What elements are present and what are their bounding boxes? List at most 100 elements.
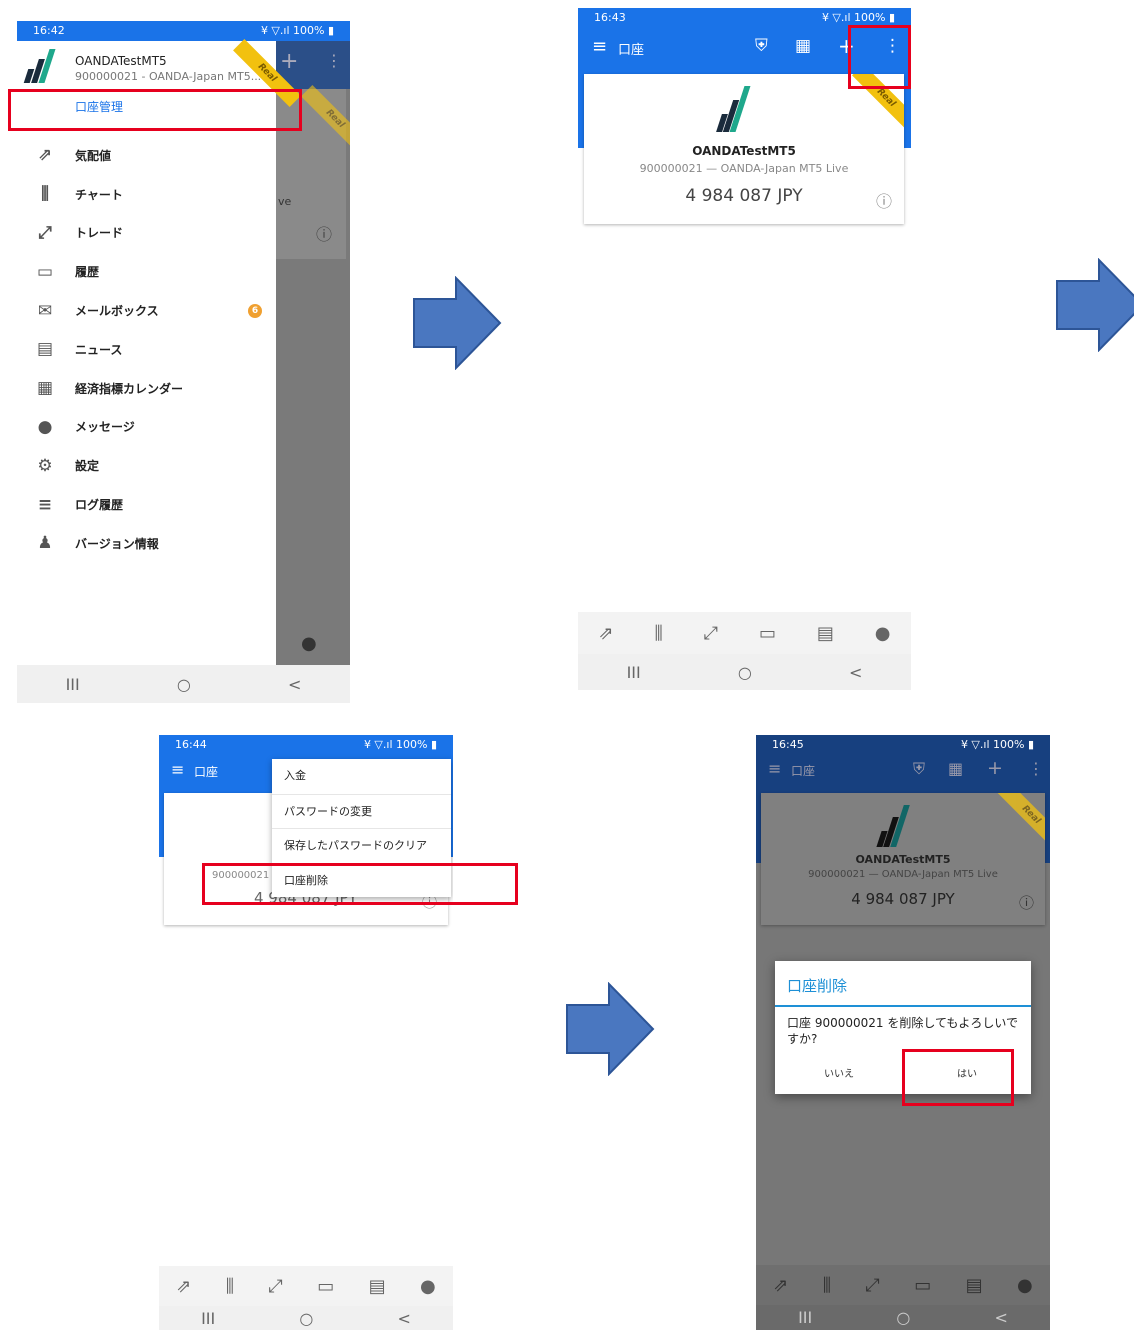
- drawer-item-label: チャート: [75, 187, 123, 202]
- shield-icon[interactable]: ⛨: [913, 759, 925, 779]
- drawer-item[interactable]: ⫼ チャート: [17, 175, 276, 214]
- home-button[interactable]: ○: [299, 1309, 313, 1328]
- drawer-item[interactable]: ⇗ 気配値: [17, 136, 276, 175]
- overflow-menu-item[interactable]: 保存したパスワードのクリア: [272, 828, 451, 863]
- history-tab-icon[interactable]: ▭: [317, 1276, 334, 1297]
- message-tab-icon[interactable]: ●: [420, 1276, 436, 1297]
- news-icon: ▤: [36, 339, 54, 360]
- more-icon[interactable]: ⋮: [1028, 759, 1044, 778]
- trade-tab-icon[interactable]: ⤢: [704, 623, 718, 644]
- account-card[interactable]: Real OANDATestMT5 900000021 — OANDA-Japa…: [761, 793, 1045, 925]
- gear-icon: ⚙: [37, 455, 53, 476]
- system-nav-bar: III ○ <: [17, 665, 350, 703]
- drawer-item[interactable]: ✉ メールボックス 6: [17, 291, 276, 330]
- server-icon[interactable]: ▦: [795, 36, 811, 56]
- chart-tab-icon[interactable]: ⫼: [226, 1276, 234, 1297]
- info-icon[interactable]: ⓘ: [876, 188, 892, 212]
- drawer-item[interactable]: ⤢ トレード: [17, 214, 276, 253]
- chat-icon[interactable]: ●: [301, 633, 317, 654]
- trade-tab-icon[interactable]: ⤢: [865, 1275, 879, 1296]
- account-name: OANDATestMT5: [855, 853, 951, 866]
- back-button[interactable]: <: [398, 1309, 411, 1328]
- calendar-icon: ▦: [36, 378, 54, 399]
- add-icon[interactable]: +: [280, 49, 298, 74]
- bottom-tab-bar: ⇗ ⫼ ⤢ ▭ ▤ ●: [756, 1265, 1050, 1305]
- screen-2: 16:43 ¥ ▽.ıl 100% ▮ ≡ 口座 ⛨ ▦ + ⋮ Real OA…: [578, 8, 911, 690]
- drawer-item-label: 設定: [75, 459, 100, 474]
- recent-apps-button[interactable]: III: [798, 1308, 812, 1327]
- drawer-item[interactable]: ≡ ログ履歴: [17, 485, 276, 524]
- history-tab-icon[interactable]: ▭: [914, 1275, 931, 1296]
- version-icon: ♟: [37, 533, 53, 554]
- no-button[interactable]: いいえ: [775, 1061, 903, 1089]
- news-tab-icon[interactable]: ▤: [817, 623, 834, 644]
- drawer-item[interactable]: ● メッセージ: [17, 408, 276, 447]
- chart-tab-icon[interactable]: ⫼: [823, 1275, 831, 1296]
- system-nav-bar: III ○ <: [756, 1305, 1050, 1330]
- drawer-item-label: メッセージ: [75, 420, 135, 435]
- back-button[interactable]: <: [288, 675, 301, 694]
- dialog-title: 口座削除: [787, 977, 848, 995]
- account-name: OANDATestMT5: [692, 144, 796, 158]
- info-icon[interactable]: ⓘ: [1019, 892, 1034, 913]
- drawer-item[interactable]: ▤ ニュース: [17, 330, 276, 369]
- home-button[interactable]: ○: [896, 1308, 910, 1327]
- history-icon: ▭: [36, 261, 54, 282]
- hamburger-menu-icon[interactable]: ≡: [592, 36, 607, 57]
- app-title: 口座: [618, 43, 645, 58]
- step-arrow-1: [413, 276, 502, 370]
- recent-apps-button[interactable]: III: [66, 675, 80, 694]
- highlight-yes-button: [902, 1049, 1014, 1106]
- oanda-logo: [716, 84, 751, 132]
- drawer-item[interactable]: ♟ バージョン情報: [17, 524, 276, 563]
- dialog-message: 口座 900000021 を削除してもよろしいですか?: [787, 1016, 1019, 1046]
- shield-icon[interactable]: ⛨: [755, 36, 768, 56]
- home-button[interactable]: ○: [738, 663, 752, 682]
- drawer-item[interactable]: ▦ 経済指標カレンダー: [17, 369, 276, 408]
- drawer-item[interactable]: ▭ 履歴: [17, 252, 276, 291]
- news-tab-icon[interactable]: ▤: [966, 1275, 983, 1296]
- add-icon[interactable]: +: [987, 757, 1003, 779]
- overflow-menu-item[interactable]: 入金: [272, 759, 451, 794]
- screen-3: 16:44 ¥ ▽.ıl 100% ▮ ≡ 口座 900000021 4 984…: [159, 735, 453, 1330]
- drawer-item[interactable]: ⚙ 設定: [17, 446, 276, 485]
- account-subtitle: 900000021 — OANDA-Japan MT5 Live: [639, 162, 849, 175]
- oanda-logo: [876, 803, 910, 847]
- history-tab-icon[interactable]: ▭: [759, 623, 776, 644]
- account-card[interactable]: Real OANDATestMT5 900000021 — OANDA-Japa…: [584, 74, 904, 224]
- app-title: 口座: [791, 764, 816, 778]
- account-subtitle: 900000021 - OANDA-Japan MT5...: [75, 70, 262, 83]
- message-icon: ●: [37, 416, 53, 437]
- unread-badge: 6: [248, 303, 262, 318]
- message-tab-icon[interactable]: ●: [1017, 1275, 1033, 1296]
- back-button[interactable]: <: [995, 1308, 1008, 1327]
- info-icon[interactable]: ⓘ: [316, 221, 332, 245]
- drawer-item-label: ニュース: [75, 342, 123, 357]
- back-button[interactable]: <: [849, 663, 862, 682]
- quotes-tab-icon[interactable]: ⇗: [773, 1275, 788, 1296]
- recent-apps-button[interactable]: III: [201, 1309, 215, 1328]
- trade-tab-icon[interactable]: ⤢: [268, 1276, 282, 1297]
- app-title: 口座: [194, 765, 219, 779]
- home-button[interactable]: ○: [177, 675, 191, 694]
- quotes-tab-icon[interactable]: ⇗: [598, 623, 613, 644]
- real-ribbon: Real: [997, 793, 1045, 849]
- drawer-item-label: 気配値: [75, 148, 112, 163]
- screen-4: 16:45 ¥ ▽.ıl 100% ▮ ≡ 口座 ⛨ ▦ + ⋮ Real OA…: [756, 735, 1050, 1330]
- account-name: OANDATestMT5: [75, 54, 167, 68]
- server-icon[interactable]: ▦: [948, 759, 963, 778]
- overflow-menu-item[interactable]: パスワードの変更: [272, 793, 451, 829]
- hamburger-menu-icon[interactable]: ≡: [171, 760, 184, 779]
- quotes-icon: ⇗: [37, 145, 53, 166]
- more-icon[interactable]: ⋮: [326, 51, 342, 70]
- chart-tab-icon[interactable]: ⫼: [654, 623, 662, 644]
- bottom-tab-bar: ⇗ ⫼ ⤢ ▭ ▤ ●: [159, 1266, 453, 1306]
- quotes-tab-icon[interactable]: ⇗: [176, 1276, 191, 1297]
- step-arrow-3: [566, 982, 655, 1076]
- system-nav-bar: III ○ <: [578, 654, 911, 690]
- recent-apps-button[interactable]: III: [627, 663, 641, 682]
- message-tab-icon[interactable]: ●: [875, 623, 891, 644]
- news-tab-icon[interactable]: ▤: [369, 1276, 386, 1297]
- hamburger-menu-icon[interactable]: ≡: [768, 759, 781, 778]
- drawer-item-label: 経済指標カレンダー: [75, 381, 184, 396]
